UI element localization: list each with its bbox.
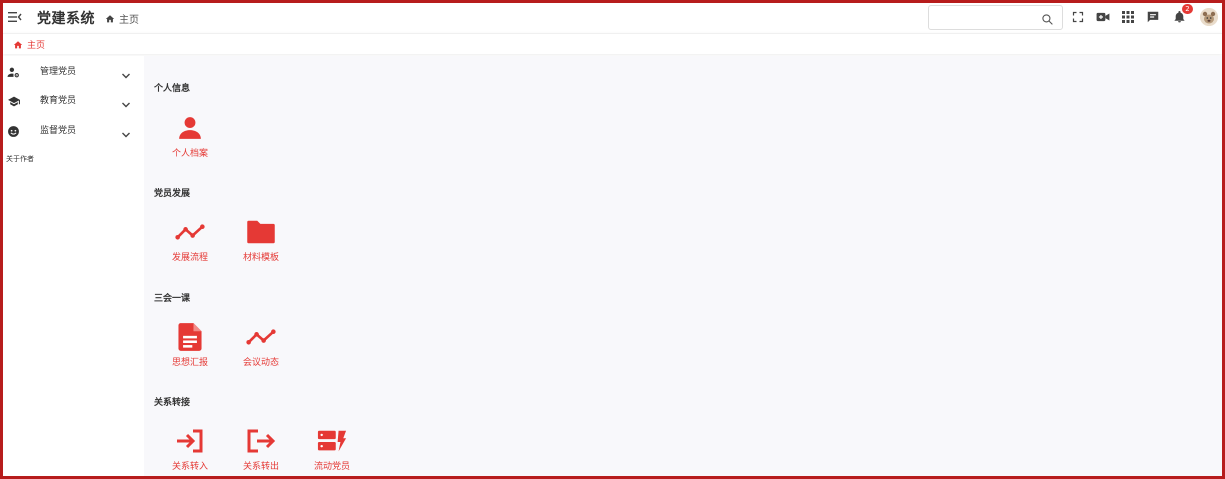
- sidebar-item-label: 监督党员: [40, 126, 77, 136]
- sidebar-item-supervise-members[interactable]: 监督党员: [3, 117, 144, 141]
- video-icon[interactable]: [1095, 9, 1111, 25]
- chevron-down-icon: [121, 65, 131, 84]
- trend-icon: [175, 217, 205, 247]
- face-icon: [7, 123, 20, 137]
- sidebar: 管理党员 教育党员 监督党员 关于作者: [3, 56, 144, 476]
- document-icon: [175, 322, 205, 352]
- chevron-down-icon: [121, 94, 131, 113]
- main-content: 个人信息 个人档案 党员发展 发展流程 材料模板 三会一课 思想汇报 会议动态 …: [144, 56, 1222, 476]
- app-title: 党建系统: [37, 11, 95, 27]
- breadcrumb[interactable]: 主页: [105, 11, 139, 26]
- search-icon[interactable]: [1041, 11, 1054, 30]
- card-thought-report[interactable]: 思想汇报: [160, 322, 220, 376]
- fullscreen-icon[interactable]: [1070, 9, 1086, 25]
- card-label: 会议动态: [242, 358, 279, 368]
- message-icon[interactable]: [1145, 9, 1161, 25]
- section-title: 个人信息: [154, 84, 191, 94]
- card-development-process[interactable]: 发展流程: [160, 217, 220, 271]
- card-label: 发展流程: [171, 253, 208, 263]
- section-title: 三会一课: [154, 294, 191, 304]
- card-label: 思想汇报: [171, 358, 208, 368]
- storage-flash-icon: [317, 426, 347, 456]
- card-material-templates[interactable]: 材料模板: [231, 217, 291, 271]
- tab-home-label: 主页: [27, 41, 46, 51]
- card-relation-transfer-in[interactable]: 关系转入: [160, 426, 220, 479]
- search-input[interactable]: [935, 7, 1039, 30]
- section-title: 党员发展: [154, 189, 191, 199]
- tab-bar: 主页: [3, 33, 1222, 54]
- card-label: 关系转入: [171, 462, 208, 472]
- trend-icon: [246, 322, 276, 352]
- card-label: 关系转出: [242, 462, 279, 472]
- avatar[interactable]: [1200, 8, 1218, 26]
- card-label: 个人档案: [171, 149, 208, 159]
- section-title: 关系转接: [154, 398, 191, 408]
- card-label: 流动党员: [313, 462, 350, 472]
- chevron-down-icon: [121, 124, 131, 143]
- card-relation-transfer-out[interactable]: 关系转出: [231, 426, 291, 479]
- login-icon: [175, 426, 205, 456]
- sidebar-item-educate-members[interactable]: 教育党员: [3, 87, 144, 111]
- card-meeting-updates[interactable]: 会议动态: [231, 322, 291, 376]
- card-personal-file[interactable]: 个人档案: [160, 113, 220, 167]
- folder-icon: [246, 217, 276, 247]
- sidebar-item-label: 管理党员: [40, 67, 77, 77]
- bell-icon[interactable]: 2: [1171, 4, 1193, 25]
- notification-badge: 2: [1182, 4, 1193, 14]
- home-icon: [13, 40, 23, 48]
- home-icon: [105, 14, 115, 22]
- sidebar-item-manage-members[interactable]: 管理党员: [3, 58, 144, 82]
- apps-grid-icon[interactable]: [1120, 9, 1136, 25]
- sidebar-item-label: 教育党员: [40, 96, 77, 106]
- card-label: 材料模板: [242, 253, 279, 263]
- top-header: 党建系统 主页 2: [3, 3, 1222, 33]
- graduation-cap-icon: [7, 93, 20, 107]
- tab-home[interactable]: 主页: [13, 38, 45, 51]
- logout-icon: [246, 426, 276, 456]
- user-manage-icon: [7, 64, 20, 78]
- menu-fold-icon[interactable]: [7, 9, 23, 25]
- search-box: [928, 5, 1063, 30]
- person-icon: [175, 113, 205, 143]
- about-author-link[interactable]: 关于作者: [6, 154, 34, 164]
- breadcrumb-label: 主页: [119, 15, 139, 26]
- card-mobile-members[interactable]: 流动党员: [302, 426, 362, 479]
